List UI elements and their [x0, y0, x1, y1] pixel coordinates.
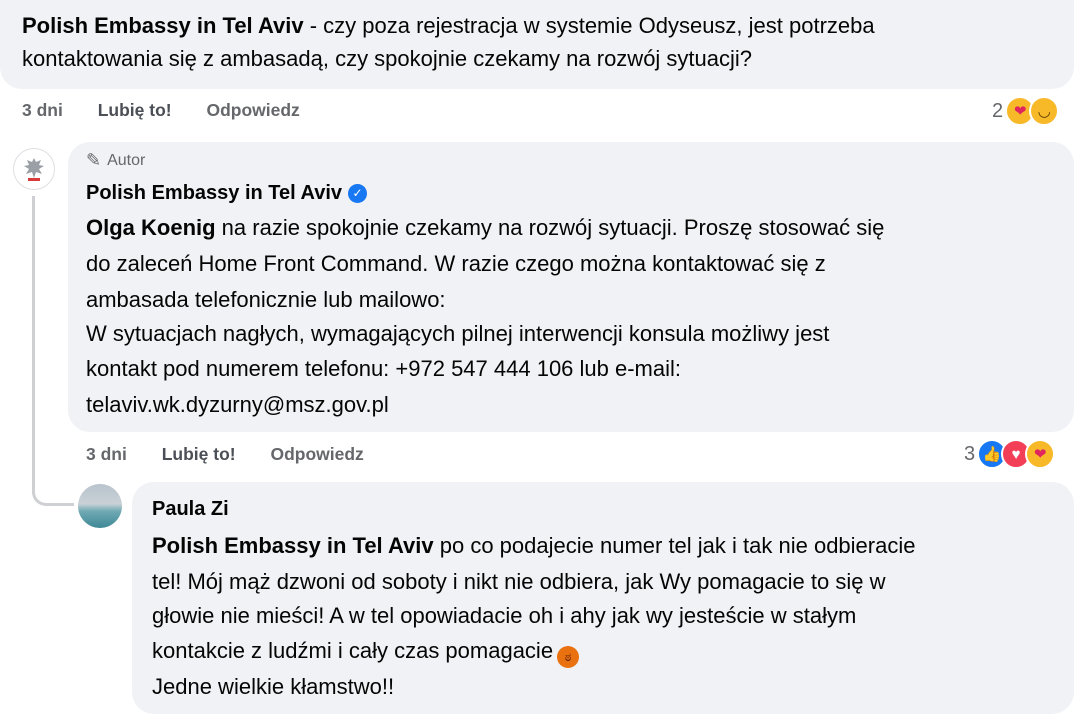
- haha-reaction-icon: ◡: [1029, 96, 1060, 126]
- embassy-avatar[interactable]: [13, 148, 55, 190]
- comment-2-line-1: Olga Koenig na razie spokojnie czekamy n…: [86, 212, 884, 243]
- comment-2-line-5: kontakt pod numerem telefonu: +972 547 4…: [86, 356, 682, 381]
- comment-2-reply-button[interactable]: Odpowiedz: [270, 444, 363, 464]
- care-reaction-icon: ❤: [1025, 439, 1056, 469]
- comment-3-mention[interactable]: Polish Embassy in Tel Aviv: [152, 533, 434, 558]
- comment-2-line-2: do zaleceń Home Front Command. W razie c…: [86, 251, 826, 276]
- comment-2-line-4: W sytuacjach nagłych, wymagających pilne…: [86, 321, 830, 346]
- comment-2-like-button[interactable]: Lubię to!: [162, 444, 236, 464]
- comment-1-text: - czy poza rejestracja w systemie Odyseu…: [303, 13, 875, 38]
- comment-1-reaction-count: 2: [992, 99, 1004, 122]
- comment-3-line-4: kontakcie z ludźmi i cały czas pomagacie…: [152, 635, 580, 668]
- comment-2-author-line: Polish Embassy in Tel Aviv ✓: [86, 178, 368, 209]
- comment-1-line-2: kontaktowania się z ambasadą, czy spokoj…: [22, 46, 753, 71]
- pen-icon: ✎: [86, 150, 102, 170]
- angry-emoji-icon: ಠ: [557, 646, 580, 668]
- comment-2-line-6: telaviv.wk.dyzurny@msz.gov.pl: [86, 392, 389, 417]
- paula-avatar[interactable]: [78, 484, 122, 528]
- eagle-emblem-icon: [24, 158, 44, 181]
- comment-2-time[interactable]: 3 dni: [86, 444, 127, 464]
- author-badge: ✎ Autor: [86, 150, 145, 171]
- comment-3-line-3: głowie nie mieści! A w tel opowiadacie o…: [152, 603, 857, 628]
- comment-3-line-4-text: kontakcie z ludźmi i cały czas pomagacie: [152, 638, 554, 663]
- comment-3-line-2: tel! Mój mąż dzwoni od soboty i nikt nie…: [152, 569, 886, 594]
- comment-3-author[interactable]: Paula Zi: [152, 494, 229, 525]
- comment-2-author[interactable]: Polish Embassy in Tel Aviv: [86, 182, 342, 204]
- comment-3-line-5: Jedne wielkie kłamstwo!!: [152, 674, 395, 699]
- comment-1-actions: 3 dni Lubię to! Odpowiedz: [22, 100, 330, 121]
- comment-2-actions: 3 dni Lubię to! Odpowiedz: [86, 444, 394, 465]
- author-badge-label: Autor: [107, 151, 146, 169]
- comment-1-reactions[interactable]: 2 ❤ ◡: [992, 96, 1060, 126]
- comment-2-line-3: ambasada telefonicznie lub mailowo:: [86, 287, 446, 312]
- comment-2-text: na razie spokojnie czekamy na rozwój syt…: [215, 215, 885, 240]
- comment-1-author[interactable]: Polish Embassy in Tel Aviv: [22, 13, 304, 38]
- comment-1-line-1: Polish Embassy in Tel Aviv - czy poza re…: [22, 10, 875, 41]
- verified-badge-icon: ✓: [348, 184, 368, 203]
- thread-connector: [32, 490, 74, 506]
- comment-1-reply-button[interactable]: Odpowiedz: [206, 100, 299, 120]
- comment-2-reactions[interactable]: 3 👍 ♥ ❤: [964, 439, 1056, 469]
- comment-2-mention[interactable]: Olga Koenig: [86, 215, 216, 240]
- comment-3-text: po co podajecie numer tel jak i tak nie …: [433, 533, 916, 558]
- comment-3-line-1: Polish Embassy in Tel Aviv po co podajec…: [152, 530, 915, 561]
- comment-2-reaction-count: 3: [964, 442, 976, 465]
- thread-line: [32, 196, 35, 494]
- comment-1-like-button[interactable]: Lubię to!: [98, 100, 172, 120]
- comment-1-time[interactable]: 3 dni: [22, 100, 63, 120]
